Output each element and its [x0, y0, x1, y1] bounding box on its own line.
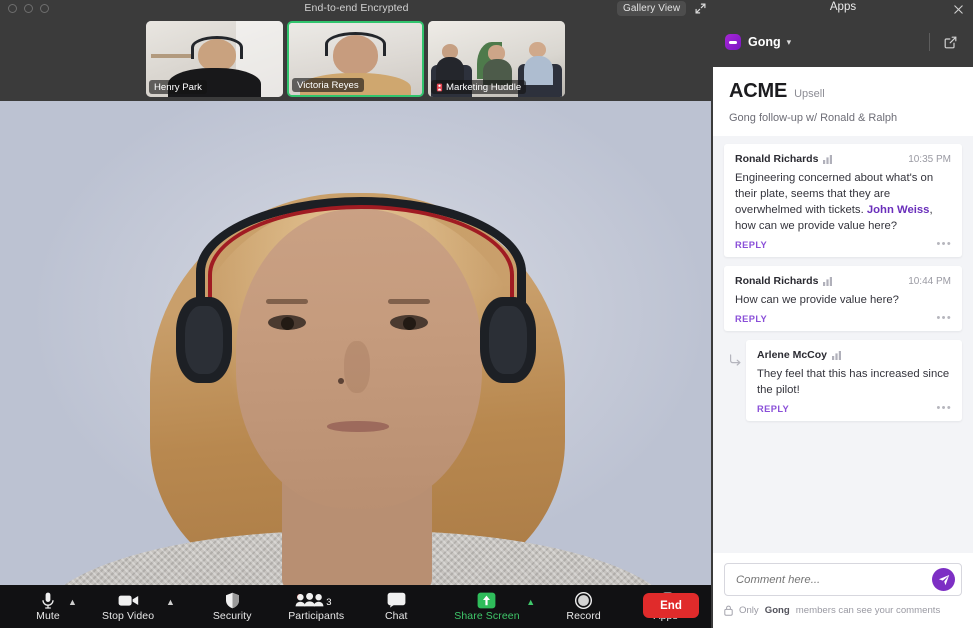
- microphone-icon: [41, 592, 55, 609]
- gallery-view-button[interactable]: Gallery View: [617, 1, 687, 16]
- comment-composer: Only Gong members can see your comments: [713, 553, 973, 628]
- close-icon[interactable]: [949, 1, 967, 17]
- comment-author: Ronald Richards: [735, 275, 819, 288]
- comment-timestamp: 10:35 PM: [908, 153, 951, 165]
- end-label: End: [660, 599, 682, 612]
- chevron-down-icon[interactable]: ▾: [787, 37, 792, 48]
- headset-earcup-right: [480, 297, 536, 383]
- gong-logo-icon: [725, 34, 741, 50]
- account-stage-tag: Upsell: [794, 88, 825, 100]
- comment-author: Ronald Richards: [735, 153, 819, 165]
- window-title-bar: End-to-end Encrypted Gallery View Apps: [0, 0, 973, 17]
- participant-thumbnail[interactable]: Henry Park: [146, 21, 283, 97]
- security-button[interactable]: Security: [206, 585, 258, 628]
- participant-thumbnail-active[interactable]: Victoria Reyes: [287, 21, 424, 97]
- privacy-note-app: Gong: [764, 605, 790, 616]
- comment-reply-button[interactable]: REPLY: [757, 404, 951, 414]
- ellipsis-icon[interactable]: •••: [937, 403, 952, 414]
- account-subtitle: Gong follow-up w/ Ronald & Ralph: [729, 112, 898, 124]
- speaker-mouth: [327, 421, 389, 432]
- record-button[interactable]: Record: [558, 585, 610, 628]
- comment-card[interactable]: Ronald Richards 10:44 PM How can we prov…: [724, 266, 962, 332]
- comment-body: They feel that this has increased since …: [757, 368, 950, 397]
- expand-arrows-icon[interactable]: [693, 1, 708, 16]
- comment-feed[interactable]: Ronald Richards 10:35 PM Engineering con…: [713, 136, 973, 553]
- chat-button[interactable]: Chat: [370, 585, 422, 628]
- comment-input[interactable]: [736, 573, 932, 586]
- bar-chart-icon: [823, 154, 833, 164]
- bar-chart-icon: [823, 276, 833, 286]
- share-screen-label: Share Screen: [454, 609, 520, 622]
- privacy-note: Only Gong members can see your comments: [724, 605, 962, 628]
- comment-mention[interactable]: John Weiss: [867, 204, 930, 216]
- participant-name-label: Marketing Huddle: [431, 80, 527, 94]
- participant-name-label: Victoria Reyes: [292, 78, 364, 92]
- mute-button[interactable]: Mute ▲: [22, 585, 77, 628]
- bar-chart-icon: [832, 350, 842, 360]
- gong-panel-header: Gong ▾: [713, 17, 973, 67]
- apps-panel-title: Apps: [829, 1, 857, 13]
- headset-band-accent: [208, 205, 514, 345]
- participants-button[interactable]: 3 Participants: [284, 585, 348, 628]
- comment-timestamp: 10:44 PM: [908, 275, 951, 287]
- speaker-nose: [344, 341, 370, 393]
- participant-filmstrip: Henry Park Victoria Reyes Marketing Hudd…: [0, 17, 711, 101]
- video-options-caret[interactable]: ▲: [166, 597, 175, 607]
- speaker-mole: [338, 378, 344, 384]
- comment-body: How can we provide value here?: [735, 294, 899, 307]
- comment-input-box[interactable]: [724, 563, 962, 596]
- share-options-caret[interactable]: ▲: [526, 597, 535, 607]
- account-name: ACME: [729, 80, 788, 102]
- active-speaker-video[interactable]: [0, 101, 711, 585]
- record-label: Record: [566, 609, 601, 622]
- header-divider: [929, 33, 930, 51]
- comment-body: Engineering concerned about what's on th…: [735, 170, 951, 234]
- headset-earcup-left: [176, 297, 232, 383]
- privacy-note-before: Only: [739, 605, 759, 616]
- ellipsis-icon[interactable]: •••: [937, 313, 952, 324]
- share-screen-icon: [477, 592, 496, 609]
- share-screen-button[interactable]: Share Screen ▲: [450, 585, 535, 628]
- room-icon: [436, 83, 443, 91]
- stop-video-button[interactable]: Stop Video ▲: [98, 585, 175, 628]
- video-camera-icon: [118, 592, 139, 609]
- participants-count: 3: [326, 596, 332, 608]
- security-label: Security: [212, 609, 252, 622]
- chat-label: Chat: [384, 609, 408, 622]
- external-link-icon[interactable]: [939, 36, 961, 49]
- gallery-view-label: Gallery View: [623, 3, 681, 14]
- record-icon: [575, 591, 593, 609]
- comment-card[interactable]: Arlene McCoy They feel that this has inc…: [746, 340, 962, 422]
- end-meeting-button[interactable]: End: [643, 593, 699, 618]
- ellipsis-icon[interactable]: •••: [937, 239, 952, 250]
- comment-card[interactable]: Ronald Richards 10:35 PM Engineering con…: [724, 144, 962, 258]
- account-header: ACME Upsell Gong follow-up w/ Ronald & R…: [713, 67, 973, 136]
- send-icon[interactable]: [932, 568, 955, 591]
- chat-bubble-icon: [387, 592, 406, 609]
- participant-name-label: Henry Park: [149, 80, 207, 94]
- meeting-toolbar: Mute ▲ Stop Video ▲ Security 3 Participa…: [0, 585, 711, 628]
- participant-thumbnail-room[interactable]: Marketing Huddle: [428, 21, 565, 97]
- mute-options-caret[interactable]: ▲: [68, 597, 77, 607]
- comment-reply-button[interactable]: REPLY: [735, 314, 951, 324]
- encryption-status-label: End-to-end Encrypted: [304, 2, 409, 14]
- gong-app-name: Gong: [748, 35, 781, 49]
- threaded-reply: Arlene McCoy They feel that this has inc…: [724, 340, 962, 430]
- stop-video-label: Stop Video: [102, 609, 155, 622]
- comment-author: Arlene McCoy: [757, 349, 828, 362]
- participants-label: Participants: [288, 609, 345, 622]
- participants-icon: 3: [292, 592, 340, 609]
- privacy-note-after: members can see your comments: [795, 605, 941, 616]
- zoom-meeting-window: End-to-end Encrypted Gallery View Apps H…: [0, 0, 973, 628]
- lock-icon: [724, 605, 733, 616]
- gong-app-panel: Gong ▾ ACME Upsell Gong follow-up w/ Ron…: [713, 17, 973, 628]
- reply-arrow-icon: [724, 340, 746, 367]
- shield-icon: [225, 592, 240, 609]
- comment-reply-button[interactable]: REPLY: [735, 240, 951, 250]
- mute-label: Mute: [36, 609, 60, 622]
